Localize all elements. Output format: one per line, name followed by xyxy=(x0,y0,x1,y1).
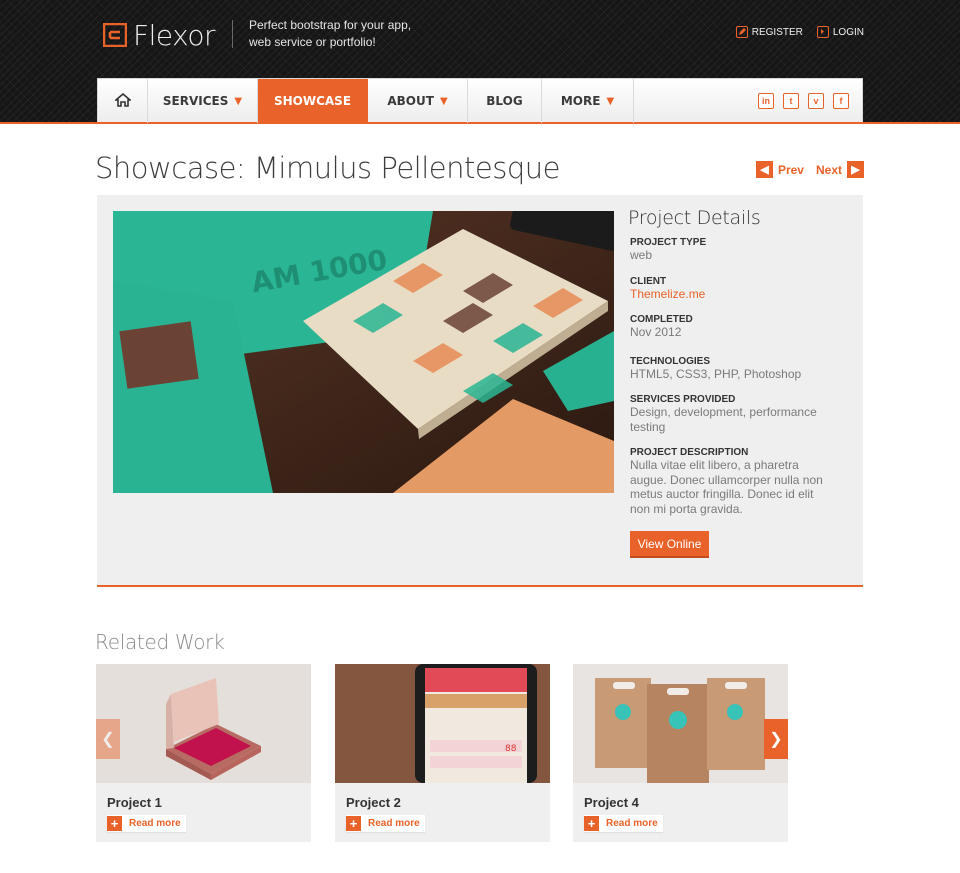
nav-showcase-label: SHOWCASE xyxy=(273,94,352,108)
related-title: Related Work xyxy=(95,630,225,654)
field-label: PROJECT DESCRIPTION xyxy=(630,447,749,458)
prev-button[interactable]: ◀ Prev xyxy=(755,161,804,178)
plus-icon: + xyxy=(584,816,599,831)
project-name: Project 1 xyxy=(107,795,162,810)
field-label: COMPLETED xyxy=(630,314,693,325)
nav-blog[interactable]: BLOG xyxy=(468,79,542,123)
svg-text:88: 88 xyxy=(505,744,517,754)
field-value: web xyxy=(630,248,653,262)
account-links: REGISTER LOGIN xyxy=(735,26,864,38)
logo-text: Flexor xyxy=(133,18,215,52)
arrow-left-icon: ◀ xyxy=(755,161,773,178)
read-more-button[interactable]: + Read more xyxy=(346,815,425,832)
nav-services-label: SERVICES xyxy=(162,94,229,108)
nav-blog-label: BLOG xyxy=(486,94,523,108)
field-value: HTML5, CSS3, PHP, Photoshop xyxy=(630,366,802,381)
vimeo-icon[interactable]: v xyxy=(808,93,824,109)
linkedin-icon[interactable]: in xyxy=(758,93,774,109)
prev-label: Prev xyxy=(777,162,804,177)
login-icon xyxy=(816,26,829,38)
logo[interactable]: Flexor xyxy=(102,18,215,52)
project-name: Project 4 xyxy=(584,795,639,810)
register-label: REGISTER xyxy=(751,26,803,38)
nav-more-label: MORE xyxy=(560,94,601,108)
nav-showcase[interactable]: SHOWCASE xyxy=(258,79,368,123)
next-button[interactable]: Next ▶ xyxy=(816,161,864,178)
site-header: Flexor Perfect bootstrap for your app, w… xyxy=(0,0,960,124)
chevron-down-icon: ▼ xyxy=(439,95,448,107)
social-links: in t v f xyxy=(758,93,849,109)
next-label: Next xyxy=(815,162,842,177)
project-details: Project Details PROJECT TYPE web CLIENT … xyxy=(628,207,848,556)
project-pager: ◀ Prev Next ▶ xyxy=(755,161,864,178)
field-value: Design, development, performance testing xyxy=(630,405,817,434)
project-thumbnail: 88 xyxy=(335,664,550,783)
project-thumbnail xyxy=(96,664,311,783)
nav-more[interactable]: MORE ▼ xyxy=(542,79,634,123)
chevron-left-icon: ❮ xyxy=(101,731,115,748)
project-name: Project 2 xyxy=(346,795,401,810)
edit-icon xyxy=(735,26,748,38)
view-online-button[interactable]: View Online xyxy=(630,531,709,556)
twitter-icon[interactable]: t xyxy=(783,93,799,109)
nav-services[interactable]: SERVICES ▼ xyxy=(148,79,258,123)
nav-home[interactable] xyxy=(98,79,148,123)
related-card[interactable]: Project 1 + Read more xyxy=(96,664,311,842)
chevron-right-icon: ❯ xyxy=(769,731,783,748)
client-link[interactable]: Themelize.me xyxy=(630,287,848,302)
related-card[interactable]: 88 Project 2 + Read more xyxy=(335,664,550,842)
read-more-label: Read more xyxy=(368,818,420,829)
field-value: Nov 2012 xyxy=(630,325,682,339)
read-more-label: Read more xyxy=(606,818,658,829)
carousel-prev-button[interactable]: ❮ xyxy=(96,719,120,759)
field-label: CLIENT xyxy=(630,275,667,287)
nav-about[interactable]: ABOUT ▼ xyxy=(368,79,468,123)
field-label: PROJECT TYPE xyxy=(630,237,707,248)
home-icon xyxy=(113,92,132,110)
project-thumbnail xyxy=(573,664,788,783)
flexor-logo-icon xyxy=(102,22,128,48)
login-label: LOGIN xyxy=(832,26,864,38)
logo-divider xyxy=(232,20,233,48)
facebook-icon[interactable]: f xyxy=(833,93,849,109)
register-link[interactable]: REGISTER xyxy=(735,26,803,38)
chevron-down-icon: ▼ xyxy=(606,95,615,107)
read-more-button[interactable]: + Read more xyxy=(107,815,186,832)
arrow-right-icon: ▶ xyxy=(847,161,864,178)
tagline: Perfect bootstrap for your app, web serv… xyxy=(249,18,412,49)
field-value: Nulla vitae elit libero, a pharetra augu… xyxy=(630,458,823,516)
read-more-label: Read more xyxy=(129,818,181,829)
main-nav: SERVICES ▼ SHOWCASE ABOUT ▼ BLOG MORE ▼ … xyxy=(97,78,863,123)
page-title: Showcase: Mimulus Pellentesque xyxy=(95,151,560,185)
field-label: SERVICES PROVIDED xyxy=(630,394,736,405)
project-image: AM 1000 xyxy=(113,211,614,493)
read-more-button[interactable]: + Read more xyxy=(584,815,663,832)
plus-icon: + xyxy=(107,816,122,831)
chevron-down-icon: ▼ xyxy=(234,95,243,107)
related-card[interactable]: Project 4 + Read more xyxy=(573,664,788,842)
login-link[interactable]: LOGIN xyxy=(816,26,864,38)
carousel-next-button[interactable]: ❯ xyxy=(764,719,788,759)
project-panel: AM 1000 Project Details PROJECT TYPE web… xyxy=(97,195,863,587)
field-label: TECHNOLOGIES xyxy=(630,355,711,367)
details-heading: Project Details xyxy=(628,207,761,229)
nav-about-label: ABOUT xyxy=(387,94,434,108)
plus-icon: + xyxy=(346,816,361,831)
